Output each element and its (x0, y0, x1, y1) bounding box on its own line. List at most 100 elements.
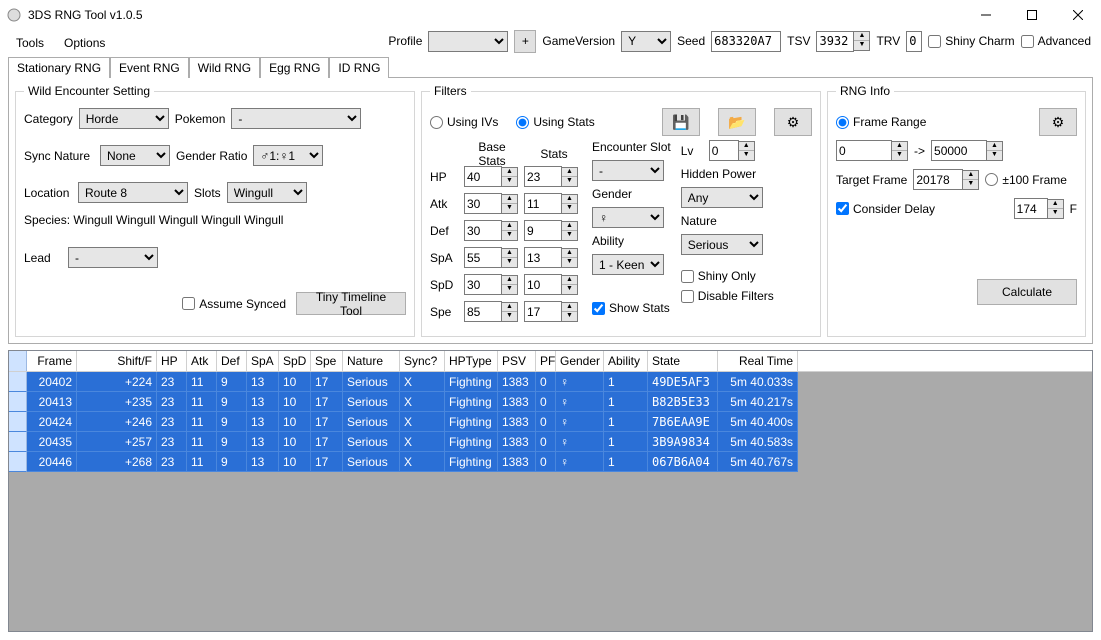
open-icon-button[interactable]: 📂 (718, 108, 756, 136)
show-stats-checkbox[interactable]: Show Stats (592, 301, 671, 315)
target-frame-input[interactable] (913, 169, 963, 190)
col-psv[interactable]: PSV (498, 351, 536, 371)
base-hp-spinner[interactable]: ▲▼ (464, 166, 518, 187)
tsv-spinner[interactable]: ▲▼ (816, 31, 870, 52)
stat-atk-spinner[interactable]: ▲▼ (524, 193, 578, 214)
settings-icon-button[interactable]: ⚙ (774, 108, 812, 136)
maximize-button[interactable] (1009, 0, 1055, 30)
genderratio-select[interactable]: ♂1:♀1 (253, 145, 323, 166)
tsv-up[interactable]: ▲ (854, 32, 869, 41)
lv-input[interactable] (709, 140, 739, 161)
target-frame-spinner[interactable]: ▲▼ (913, 169, 979, 190)
col-pf[interactable]: PF (536, 351, 556, 371)
advanced-checkbox[interactable]: Advanced (1021, 34, 1091, 48)
calculate-button[interactable]: Calculate (977, 279, 1077, 305)
profile-add-button[interactable]: + (514, 30, 536, 53)
col-realtime[interactable]: Real Time (718, 351, 798, 371)
tab-event[interactable]: Event RNG (110, 57, 189, 78)
col-nature[interactable]: Nature (343, 351, 400, 371)
stat-spd-spinner[interactable]: ▲▼ (524, 274, 578, 295)
col-state[interactable]: State (648, 351, 718, 371)
col-gender[interactable]: Gender (556, 351, 604, 371)
base-spd-input[interactable] (464, 274, 502, 295)
table-row[interactable]: 20435+25723119131017SeriousXFighting1383… (9, 432, 1092, 452)
col-shift[interactable]: Shift/F (77, 351, 157, 371)
table-row[interactable]: 20413+23523119131017SeriousXFighting1383… (9, 392, 1092, 412)
col-spe[interactable]: Spe (311, 351, 343, 371)
trv-input[interactable] (906, 31, 922, 52)
gameversion-select[interactable]: Y (621, 31, 671, 52)
profile-select[interactable] (428, 31, 508, 52)
nature-select[interactable]: Serious (681, 234, 763, 255)
stat-spe-input[interactable] (524, 301, 562, 322)
tab-id[interactable]: ID RNG (329, 57, 389, 78)
tsv-down[interactable]: ▼ (854, 41, 869, 50)
consider-delay-checkbox[interactable]: Consider Delay (836, 202, 935, 216)
save-icon-button[interactable]: 💾 (662, 108, 700, 136)
table-row[interactable]: 20424+24623119131017SeriousXFighting1383… (9, 412, 1092, 432)
frame-from-spinner[interactable]: ▲▼ (836, 140, 908, 161)
frame-to-spinner[interactable]: ▲▼ (931, 140, 1003, 161)
tab-wild[interactable]: Wild RNG (189, 57, 260, 78)
pokemon-select[interactable]: - (231, 108, 361, 129)
minimize-button[interactable] (963, 0, 1009, 30)
results-grid[interactable]: Frame Shift/F HP Atk Def SpA SpD Spe Nat… (8, 350, 1093, 632)
menu-tools[interactable]: Tools (6, 34, 54, 52)
col-atk[interactable]: Atk (187, 351, 217, 371)
using-ivs-radio[interactable]: Using IVs (430, 115, 498, 129)
stat-spe-spinner[interactable]: ▲▼ (524, 301, 578, 322)
category-select[interactable]: Horde (79, 108, 169, 129)
row-handle[interactable] (9, 432, 27, 452)
slots-select[interactable]: Wingull (227, 182, 307, 203)
col-hp[interactable]: HP (157, 351, 187, 371)
lead-select[interactable]: - (68, 247, 158, 268)
delay-spinner[interactable]: ▲▼ (1014, 198, 1064, 219)
stat-atk-input[interactable] (524, 193, 562, 214)
base-hp-input[interactable] (464, 166, 502, 187)
stat-spa-input[interactable] (524, 247, 562, 268)
stat-spd-input[interactable] (524, 274, 562, 295)
row-handle[interactable] (9, 372, 27, 392)
rng-settings-button[interactable]: ⚙ (1039, 108, 1077, 136)
hiddenpower-select[interactable]: Any (681, 187, 763, 208)
pm100-radio[interactable]: ±100 Frame (985, 173, 1067, 187)
gender-select[interactable]: ♀ (592, 207, 664, 228)
frame-from-input[interactable] (836, 140, 892, 161)
base-spe-input[interactable] (464, 301, 502, 322)
base-def-input[interactable] (464, 220, 502, 241)
col-frame[interactable]: Frame (27, 351, 77, 371)
seed-input[interactable] (711, 31, 781, 52)
ability-select[interactable]: 1 - Keen E (592, 254, 664, 275)
frame-range-radio[interactable]: Frame Range (836, 115, 926, 129)
syncnature-select[interactable]: None (100, 145, 170, 166)
base-spa-input[interactable] (464, 247, 502, 268)
frame-to-input[interactable] (931, 140, 987, 161)
base-spa-spinner[interactable]: ▲▼ (464, 247, 518, 268)
stat-hp-input[interactable] (524, 166, 562, 187)
location-select[interactable]: Route 8 (78, 182, 188, 203)
base-spe-spinner[interactable]: ▲▼ (464, 301, 518, 322)
stat-def-spinner[interactable]: ▲▼ (524, 220, 578, 241)
base-atk-spinner[interactable]: ▲▼ (464, 193, 518, 214)
col-hptype[interactable]: HPType (445, 351, 498, 371)
close-button[interactable] (1055, 0, 1101, 30)
row-handle[interactable] (9, 392, 27, 412)
assume-synced-checkbox[interactable]: Assume Synced (182, 297, 286, 311)
encounter-slot-select[interactable]: - (592, 160, 664, 181)
tab-egg[interactable]: Egg RNG (260, 57, 329, 78)
stat-def-input[interactable] (524, 220, 562, 241)
tiny-timeline-button[interactable]: Tiny Timeline Tool (296, 292, 406, 315)
menu-options[interactable]: Options (54, 34, 115, 52)
tab-stationary[interactable]: Stationary RNG (8, 57, 110, 78)
base-def-spinner[interactable]: ▲▼ (464, 220, 518, 241)
col-spa[interactable]: SpA (247, 351, 279, 371)
lv-spinner[interactable]: ▲▼ (709, 140, 755, 161)
row-handle[interactable] (9, 452, 27, 472)
using-stats-radio[interactable]: Using Stats (516, 115, 594, 129)
stat-hp-spinner[interactable]: ▲▼ (524, 166, 578, 187)
shiny-only-checkbox[interactable]: Shiny Only (681, 269, 774, 283)
disable-filters-checkbox[interactable]: Disable Filters (681, 289, 774, 303)
row-handle[interactable] (9, 412, 27, 432)
stat-spa-spinner[interactable]: ▲▼ (524, 247, 578, 268)
base-spd-spinner[interactable]: ▲▼ (464, 274, 518, 295)
